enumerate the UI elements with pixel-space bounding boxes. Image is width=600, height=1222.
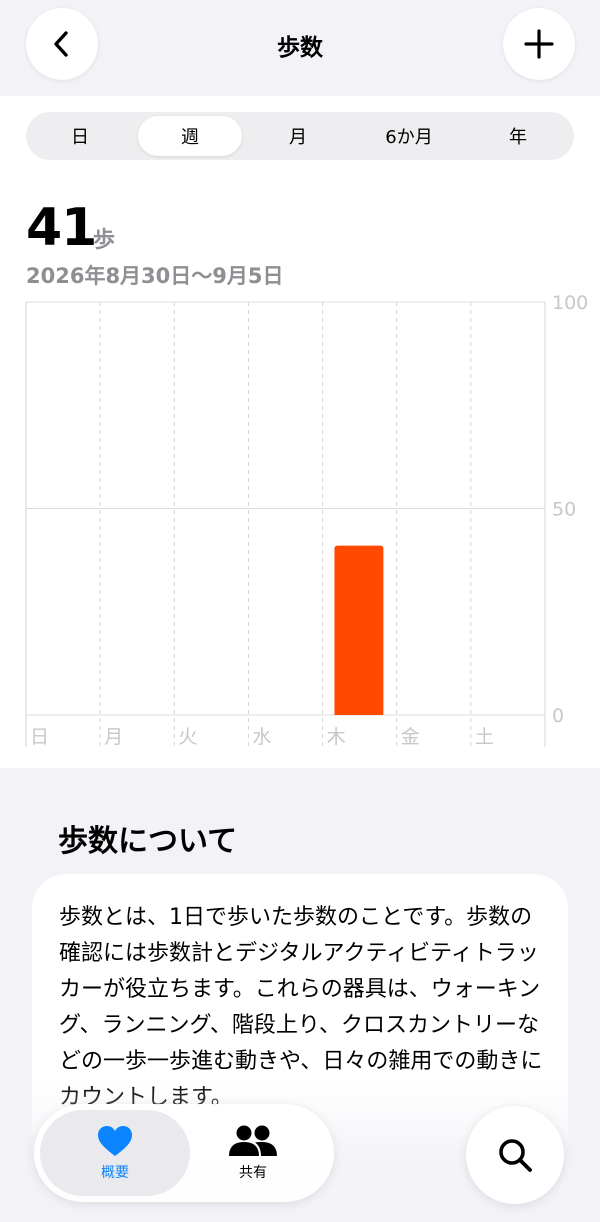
tab-sharing[interactable]: 共有 (178, 1110, 328, 1196)
x-tick-label: 木 (327, 726, 346, 748)
segment-year[interactable]: 年 (468, 116, 568, 156)
x-tick-label: 水 (252, 726, 271, 748)
segment-label: 6か月 (385, 127, 433, 148)
x-tick-label: 月 (104, 726, 123, 748)
x-tick-label: 金 (401, 726, 420, 748)
y-tick-label: 50 (552, 499, 576, 521)
x-tick-label: 土 (475, 726, 494, 748)
people-icon (229, 1125, 277, 1156)
bar-4 (334, 545, 384, 715)
segment-label: 週 (181, 127, 199, 148)
tab-bar: 概要 共有 (34, 1104, 334, 1202)
x-tick-label: 日 (30, 726, 49, 748)
step-unit: 歩 (93, 228, 116, 253)
navigation-bar: 歩数 (0, 0, 600, 96)
date-range: 2026年8月30日〜9月5日 (26, 264, 284, 288)
steps-bar-chart[interactable]: 100 50 0 日 月 火 水 木 金 土 (0, 290, 600, 750)
segment-day[interactable]: 日 (30, 116, 130, 156)
segment-week[interactable]: 週 (138, 116, 242, 156)
tab-summary[interactable]: 概要 (40, 1110, 190, 1196)
tab-label: 概要 (101, 1165, 129, 1181)
y-tick-label: 0 (552, 705, 564, 727)
segment-label: 年 (509, 127, 527, 148)
plus-icon (524, 29, 554, 59)
segment-label: 日 (71, 127, 89, 148)
segment-label: 月 (289, 127, 307, 148)
period-segmented-control: 日 週 月 6か月 年 (26, 112, 574, 160)
step-total: 41 (26, 198, 97, 258)
x-tick-label: 火 (178, 726, 197, 748)
about-section-title: 歩数について (58, 824, 238, 859)
heart-icon (98, 1126, 132, 1156)
search-icon (499, 1139, 532, 1172)
add-data-button[interactable] (503, 8, 575, 80)
y-tick-label: 100 (552, 292, 588, 314)
segment-month[interactable]: 月 (246, 116, 350, 156)
search-button[interactable] (466, 1106, 564, 1204)
tab-label: 共有 (239, 1165, 267, 1181)
segment-six-months[interactable]: 6か月 (354, 116, 464, 156)
